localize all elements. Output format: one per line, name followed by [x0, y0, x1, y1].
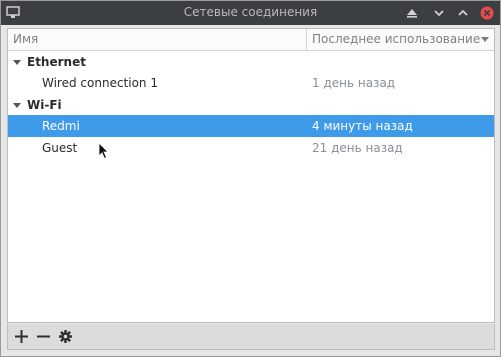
expander-arrow-icon[interactable]: [13, 60, 21, 65]
minimize-icon[interactable]: [432, 6, 446, 20]
connection-last-used: 1 день назад: [312, 76, 396, 90]
minus-icon[interactable]: [34, 327, 53, 346]
connection-row-selected[interactable]: Redmi 4 минуты назад: [8, 115, 494, 137]
connection-name: Redmi: [42, 119, 80, 133]
window-title: Сетевые соединения: [183, 5, 318, 19]
bottom-toolbar: [7, 324, 495, 350]
plus-icon[interactable]: [12, 327, 31, 346]
column-header-name[interactable]: Имя: [8, 29, 307, 50]
group-label: Wi-Fi: [27, 98, 62, 112]
titlebar[interactable]: Сетевые соединения: [1, 1, 500, 25]
connection-last-used: 21 день назад: [312, 141, 403, 155]
expander-arrow-icon[interactable]: [13, 103, 21, 108]
sort-descending-icon: [481, 37, 489, 42]
column-header-last-used[interactable]: Последнее использование: [307, 29, 494, 50]
network-connections-window: Сетевые соединения Имя Последнее использ…: [0, 0, 501, 357]
maximize-icon[interactable]: [456, 6, 470, 20]
group-row-wifi[interactable]: Wi-Fi: [8, 94, 494, 116]
group-label: Ethernet: [27, 55, 86, 69]
keep-above-icon[interactable]: [405, 6, 419, 20]
table-header: Имя Последнее использование: [8, 29, 494, 51]
mouse-cursor-icon: [98, 142, 109, 160]
connection-row[interactable]: Wired connection 1 1 день назад: [8, 72, 494, 94]
column-header-last-used-label: Последнее использование: [312, 32, 481, 46]
connection-name: Guest: [42, 141, 78, 155]
connection-name: Wired connection 1: [42, 76, 158, 90]
connection-last-used: 4 минуты назад: [312, 119, 413, 133]
group-row-ethernet[interactable]: Ethernet: [8, 51, 494, 73]
gear-icon[interactable]: [56, 327, 75, 346]
connections-tree[interactable]: Имя Последнее использование Ethernet Wir…: [7, 28, 495, 323]
close-icon[interactable]: [480, 6, 494, 20]
connection-row[interactable]: Guest 21 день назад: [8, 137, 494, 159]
